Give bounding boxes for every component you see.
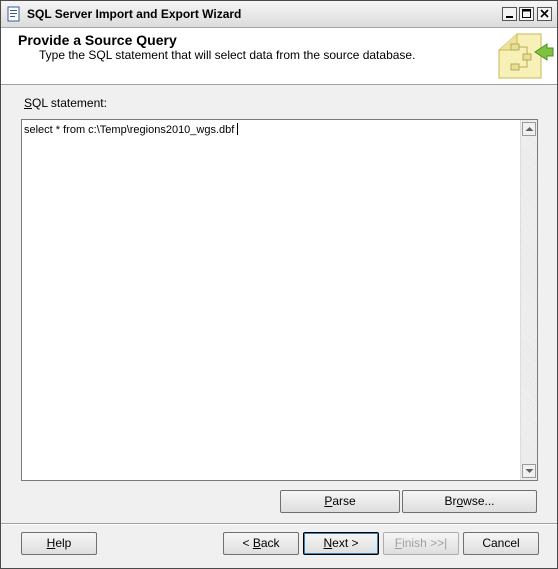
wizard-app-icon	[7, 6, 21, 22]
finish-mnemonic: F	[394, 536, 403, 550]
sql-statement-value: select * from c:\Temp\regions2010_wgs.db…	[24, 124, 235, 136]
wizard-header: Provide a Source Query Type the SQL stat…	[1, 28, 557, 85]
arrow-down-icon	[525, 469, 534, 473]
maximize-icon	[522, 9, 531, 18]
browse-button[interactable]: Browse...	[402, 490, 537, 513]
parse-button[interactable]: Parse	[280, 490, 400, 513]
sql-label-mnemonic: S	[24, 96, 33, 110]
cancel-button[interactable]: Cancel	[463, 532, 539, 555]
page-subtitle: Type the SQL statement that will select …	[39, 48, 416, 62]
wizard-window: SQL Server Import and Export Wizard Prov…	[0, 0, 558, 569]
sql-statement-label: SQL statement:	[24, 96, 107, 110]
sql-label-rest: QL statement:	[32, 96, 107, 110]
scroll-up-button[interactable]	[522, 122, 536, 136]
page-title: Provide a Source Query	[18, 32, 177, 48]
close-button[interactable]	[537, 7, 552, 21]
parse-label: arse	[332, 494, 356, 508]
browse-label: wse...	[463, 494, 495, 508]
sql-statement-input[interactable]: select * from c:\Temp\regions2010_wgs.db…	[21, 119, 538, 481]
browse-prefix: Br	[444, 494, 457, 508]
finish-label: inish >>|	[402, 536, 448, 550]
next-label: ext >	[332, 536, 359, 550]
scroll-down-button[interactable]	[522, 464, 536, 478]
text-caret	[237, 123, 239, 135]
minimize-button[interactable]	[502, 7, 517, 21]
sql-statement-text: select * from c:\Temp\regions2010_wgs.db…	[24, 123, 239, 136]
back-button[interactable]: < Back	[223, 532, 299, 555]
close-icon	[540, 9, 549, 18]
help-label: elp	[55, 536, 72, 550]
maximize-button[interactable]	[519, 7, 534, 21]
back-prefix: <	[242, 536, 253, 550]
back-label: ack	[260, 536, 280, 550]
vertical-scrollbar[interactable]	[520, 120, 537, 480]
window-title: SQL Server Import and Export Wizard	[27, 7, 242, 21]
finish-button: Finish >>|	[383, 532, 459, 555]
data-transfer-graphic	[489, 28, 555, 84]
arrow-up-icon	[525, 127, 534, 131]
footer-separator	[1, 523, 557, 525]
title-bar: SQL Server Import and Export Wizard	[1, 1, 557, 28]
next-mnemonic: N	[323, 536, 333, 550]
next-button[interactable]: Next >	[303, 532, 379, 555]
help-button[interactable]: Help	[21, 532, 97, 555]
minimize-icon	[506, 16, 513, 18]
back-mnemonic: B	[252, 536, 261, 550]
